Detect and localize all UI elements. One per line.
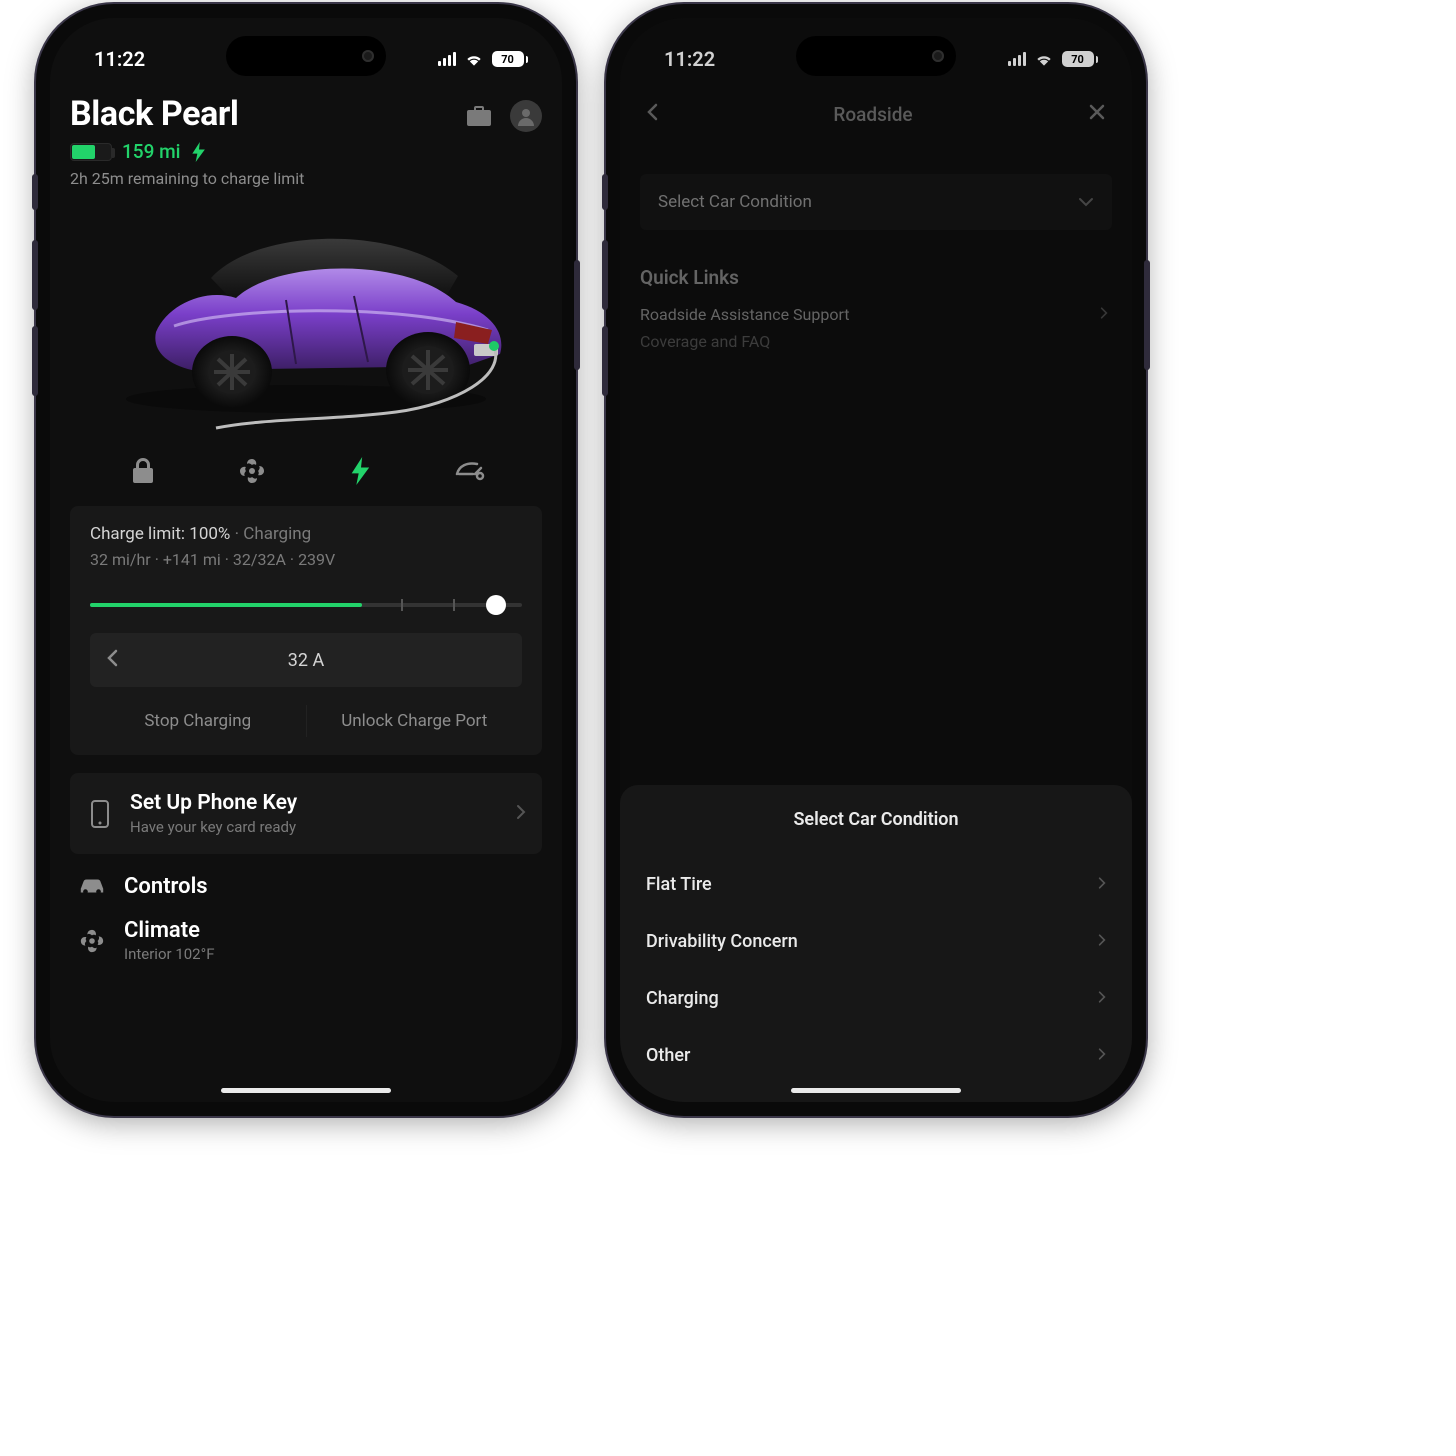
quick-actions [70, 440, 542, 502]
chevron-left-icon[interactable] [106, 649, 118, 672]
car-icon [78, 872, 106, 900]
charge-card: Charge limit: 100% · Charging 32 mi/hr ·… [70, 506, 542, 755]
stop-charging-button[interactable]: Stop Charging [90, 705, 306, 737]
battery-icon: 70 [492, 51, 529, 67]
battery-level-icon [70, 143, 112, 161]
fan-icon[interactable] [235, 454, 269, 488]
chevron-right-icon [1098, 874, 1106, 895]
lock-icon[interactable] [126, 454, 160, 488]
unlock-port-button[interactable]: Unlock Charge Port [306, 705, 523, 737]
status-time: 11:22 [94, 47, 145, 71]
bolt-icon [191, 142, 207, 162]
sheet-title: Select Car Condition [620, 809, 1132, 830]
phone-key-card[interactable]: Set Up Phone Key Have your key card read… [70, 773, 542, 854]
option-drivability[interactable]: Drivability Concern [620, 913, 1132, 970]
dynamic-island [796, 36, 956, 76]
chevron-right-icon [1098, 931, 1106, 952]
condition-sheet: Select Car Condition Flat Tire Drivabili… [620, 785, 1132, 1102]
phone-right: 11:22 70 Roadside Select Car Condition [606, 4, 1146, 1116]
wifi-icon [464, 52, 484, 66]
chevron-right-icon [1098, 988, 1106, 1009]
option-flat-tire[interactable]: Flat Tire [620, 856, 1132, 913]
phone-left: 11:22 70 Black Pearl 159 mi [36, 4, 576, 1116]
chevron-right-icon [1098, 1045, 1106, 1066]
slider-fill [90, 603, 362, 607]
option-charging[interactable]: Charging [620, 970, 1132, 1027]
dynamic-island [226, 36, 386, 76]
chevron-right-icon [516, 804, 526, 824]
home-indicator[interactable] [221, 1088, 391, 1093]
slider-thumb [486, 595, 506, 615]
phone-icon [86, 800, 114, 828]
vehicle-name: Black Pearl [70, 94, 304, 134]
charge-icon[interactable] [344, 454, 378, 488]
amp-selector[interactable]: 32 A [90, 633, 522, 687]
charge-remaining: 2h 25m remaining to charge limit [70, 169, 304, 188]
charge-state: Charging [243, 524, 311, 544]
fan-icon [78, 927, 106, 955]
frunk-icon[interactable] [453, 454, 487, 488]
charge-limit-slider[interactable] [90, 591, 522, 619]
home-indicator[interactable] [791, 1088, 961, 1093]
charge-limit: Charge limit: 100% [90, 524, 230, 544]
cellular-icon [438, 52, 456, 66]
range-value: 159 mi [122, 140, 181, 163]
option-other[interactable]: Other [620, 1027, 1132, 1084]
briefcase-icon[interactable] [464, 101, 494, 131]
menu-controls[interactable]: Controls [70, 854, 542, 900]
vehicle-image [96, 204, 516, 434]
profile-avatar[interactable] [510, 100, 542, 132]
menu-climate[interactable]: Climate Interior 102°F [70, 900, 542, 963]
